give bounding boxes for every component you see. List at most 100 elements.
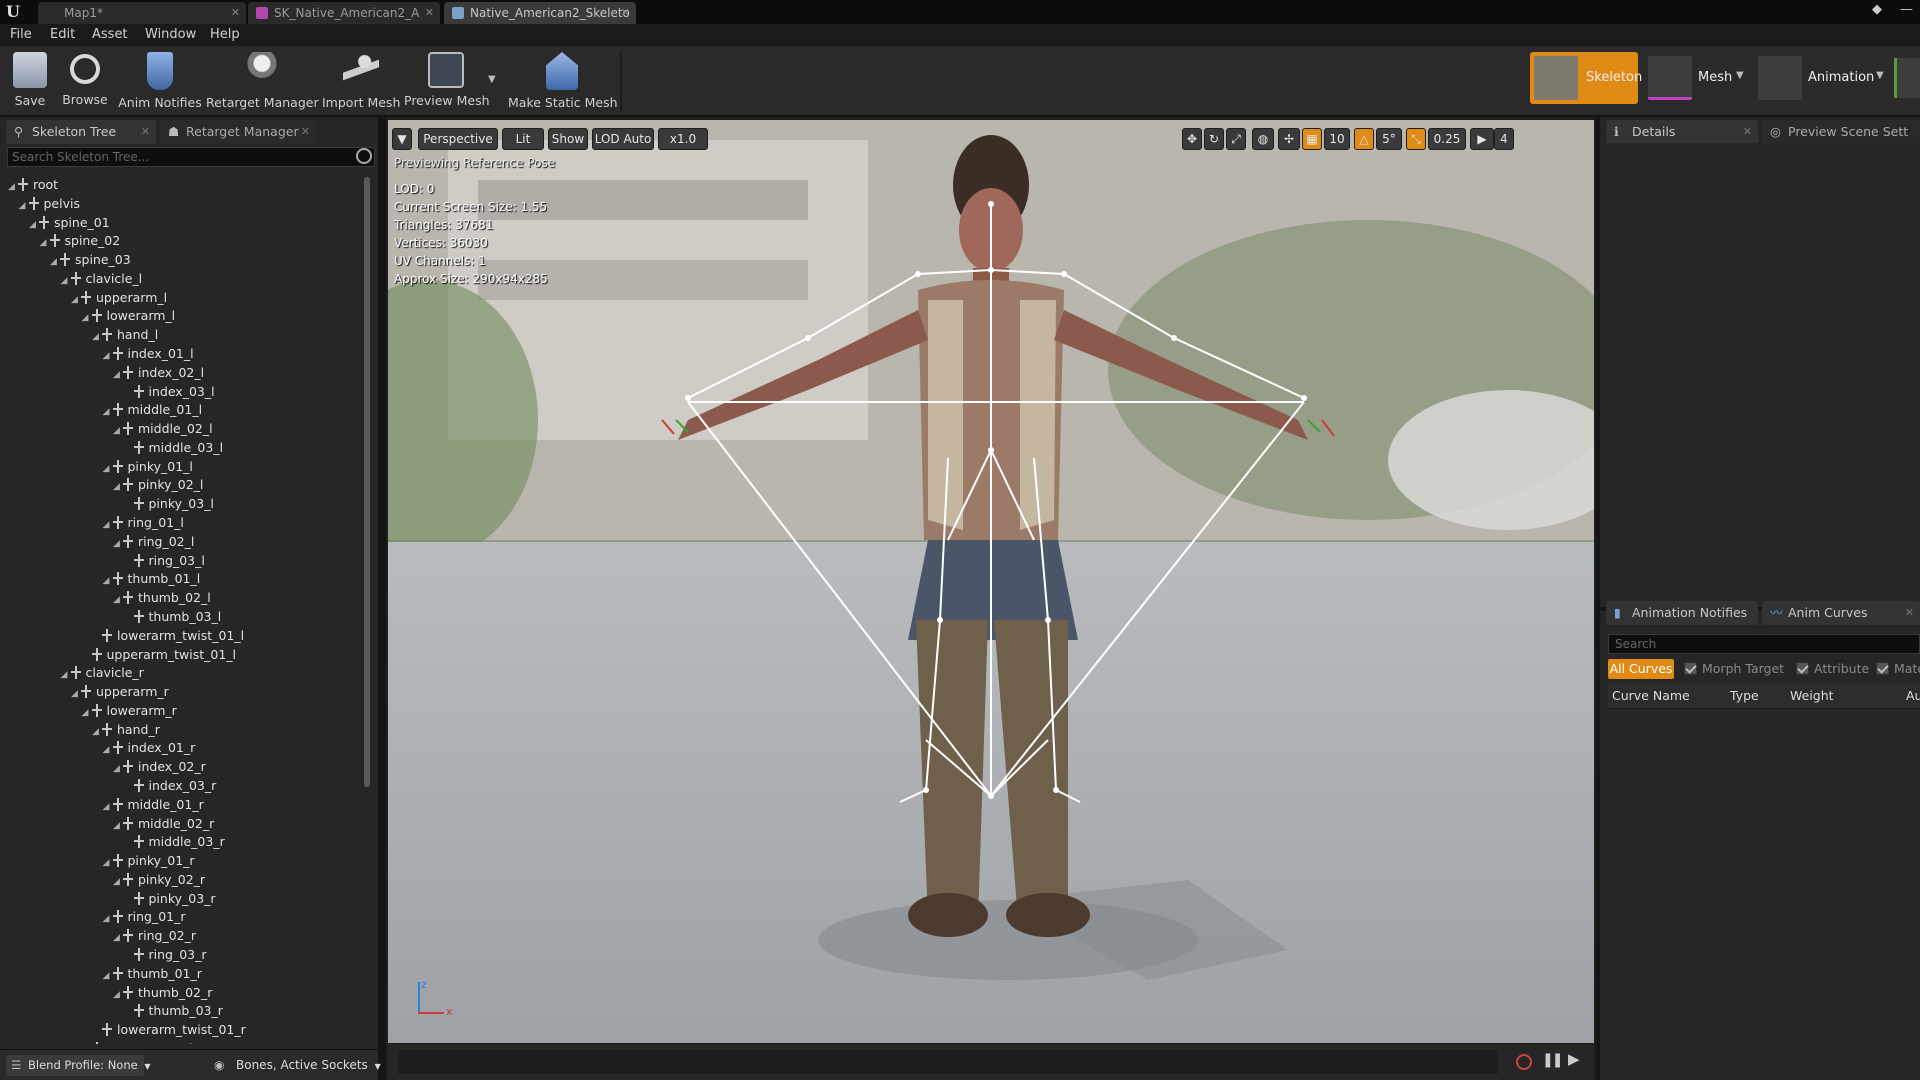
expand-arrow-icon[interactable]: ◢ [61,666,70,685]
blend-profile-dropdown[interactable]: ☰ Blend Profile: None ▼ [6,1055,151,1076]
expand-arrow-icon[interactable]: ◢ [71,685,80,704]
pause-icon[interactable]: ❚❚ [1542,1052,1564,1068]
tab-retarget-manager[interactable]: ☗ Retarget Manager ✕ [160,120,316,144]
expand-arrow-icon[interactable]: ◢ [103,741,112,760]
tree-row[interactable]: ◢ ring_02_r [113,926,196,945]
expand-arrow-icon[interactable]: ◢ [113,591,122,610]
expand-arrow-icon[interactable]: ◢ [103,460,112,479]
expand-arrow-icon[interactable]: ◢ [103,798,112,817]
tree-row[interactable]: ◢ index_01_r [103,738,196,757]
tree-row[interactable]: ◢ spine_02 [40,231,121,250]
camera-speed-icon[interactable]: ▶ [1470,128,1494,150]
tree-row[interactable]: middle_03_r [124,832,225,851]
material-checkbox[interactable]: Mate [1876,661,1920,676]
morph-target-checkbox[interactable]: Morph Target [1684,661,1784,676]
tree-row[interactable]: ◢ middle_02_l [113,419,213,438]
tree-row[interactable]: upperarm_twist_01_r [82,1039,238,1044]
tree-row[interactable]: ◢ pinky_02_r [113,870,205,889]
tree-row[interactable]: ◢ thumb_02_l [113,588,211,607]
save-button[interactable]: Save [4,50,56,112]
curves-search-input[interactable]: Search [1608,634,1920,654]
tree-row[interactable]: ◢ pelvis [19,194,80,213]
menu-file[interactable]: File [10,27,32,42]
expand-arrow-icon[interactable]: ◢ [71,291,80,310]
anim-notifies-button[interactable]: Anim Notifies [118,50,202,112]
expand-arrow-icon[interactable]: ◢ [113,422,122,441]
column-auto[interactable]: Au [1906,688,1920,703]
tab-anim-curves[interactable]: 〰 Anim Curves ✕ [1762,601,1920,625]
expand-arrow-icon[interactable]: ◢ [50,253,59,272]
skeleton-search-input[interactable]: Search Skeleton Tree... [7,147,375,167]
tree-row[interactable]: ◢ thumb_02_r [113,983,212,1002]
retarget-manager-button[interactable]: Retarget Manager [206,50,319,112]
tree-row[interactable]: ◢ index_02_l [113,363,204,382]
tree-row[interactable]: ◢ middle_02_r [113,814,214,833]
tree-row[interactable]: ◢ index_01_l [103,344,194,363]
expand-arrow-icon[interactable]: ◢ [113,929,122,948]
preview-mesh-button[interactable]: Preview Mesh [404,50,490,112]
tree-row[interactable]: ◢ thumb_01_l [103,569,201,588]
close-icon[interactable]: ✕ [301,120,310,144]
tree-row[interactable]: thumb_03_r [124,1001,223,1020]
expand-arrow-icon[interactable]: ◢ [113,478,122,497]
preview-viewport[interactable]: ▼ Perspective Lit Show LOD Auto x1.0 ✥ ↻… [388,120,1594,1043]
close-icon[interactable]: ✕ [621,2,630,24]
rotation-snap-value[interactable]: 5° [1376,128,1402,150]
expand-arrow-icon[interactable]: ◢ [40,234,49,253]
tab-animation-notifies[interactable]: ▮ Animation Notifies [1606,601,1758,625]
close-icon[interactable]: ✕ [1743,120,1752,144]
camera-speed-value[interactable]: 4 [1494,128,1514,150]
timeline-scrubber[interactable] [398,1050,1498,1074]
animation-mode-dropdown-icon[interactable]: ▼ [1876,70,1884,81]
rotation-snap-icon[interactable]: △ [1354,128,1374,150]
tree-row[interactable]: ring_03_r [124,945,207,964]
tree-row[interactable]: index_03_r [124,776,216,795]
close-icon[interactable]: ✕ [1905,601,1914,625]
scale-icon[interactable]: ⤢ [1226,128,1246,150]
expand-arrow-icon[interactable]: ◢ [19,197,28,216]
lod-button[interactable]: LOD Auto [592,128,654,150]
show-button[interactable]: Show [548,128,588,150]
minimize-icon[interactable]: — [1900,2,1913,17]
all-curves-button[interactable]: All Curves [1608,659,1674,679]
tree-row[interactable]: ◢ clavicle_r [61,663,144,682]
viewport-options-button[interactable]: ▼ [392,128,412,150]
column-type[interactable]: Type [1730,688,1759,703]
tree-row[interactable]: ◢ upperarm_l [71,288,167,307]
play-forward-icon[interactable]: ▶ [1568,1050,1580,1068]
expand-arrow-icon[interactable]: ◢ [82,309,91,328]
tree-row[interactable]: lowerarm_twist_01_r [92,1020,246,1039]
browse-button[interactable]: Browse [58,50,112,112]
tab-preview-scene-settings[interactable]: ◎ Preview Scene Sett [1762,120,1920,144]
menu-asset[interactable]: Asset [92,27,128,42]
tree-row[interactable]: ◢ index_02_r [113,757,206,776]
expand-arrow-icon[interactable]: ◢ [103,347,112,366]
skeleton-mode-button[interactable]: Skeleton [1530,52,1642,104]
tree-row[interactable]: ◢ middle_01_r [103,795,204,814]
mesh-mode-dropdown-icon[interactable]: ▼ [1736,70,1744,81]
expand-arrow-icon[interactable]: ◢ [103,403,112,422]
tree-row[interactable]: ◢ clavicle_l [61,269,143,288]
tree-row[interactable]: ◢ pinky_02_l [113,475,203,494]
column-curve-name[interactable]: Curve Name [1612,688,1690,703]
tab-skeletal-mesh[interactable]: SK_Native_American2_A ✕ [248,2,440,24]
tree-row[interactable]: ◢ ring_01_r [103,907,186,926]
tree-row[interactable]: index_03_l [124,382,215,401]
physics-mode-button[interactable] [1894,58,1920,98]
expand-arrow-icon[interactable]: ◢ [29,216,38,235]
expand-arrow-icon[interactable]: ◢ [103,967,112,986]
tree-row[interactable]: ◢ pinky_01_r [103,851,195,870]
animation-mode-button[interactable]: Animation ▼ [1754,52,1890,104]
record-icon[interactable] [1516,1054,1532,1070]
tab-skeleton-tree[interactable]: ⚲ Skeleton Tree ✕ [6,120,156,144]
notification-icon[interactable]: ◆ [1872,2,1882,17]
tree-row[interactable]: ◢ pinky_01_l [103,457,193,476]
menu-edit[interactable]: Edit [50,27,75,42]
tree-row[interactable]: ◢ spine_03 [50,250,131,269]
tree-row[interactable]: ◢ hand_r [92,720,160,739]
tree-row[interactable]: upperarm_twist_01_l [82,645,236,664]
menu-help[interactable]: Help [210,27,240,42]
expand-arrow-icon[interactable]: ◢ [103,910,112,929]
make-static-mesh-button[interactable]: Make Static Mesh [508,50,618,112]
world-local-icon[interactable]: ◍ [1252,128,1274,150]
